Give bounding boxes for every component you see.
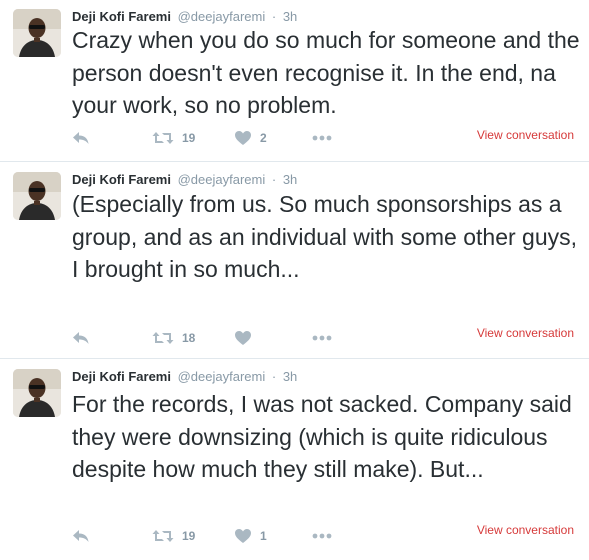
view-conversation-link[interactable]: View conversation: [477, 523, 574, 537]
more-button[interactable]: [312, 128, 332, 148]
more-icon: [312, 135, 332, 141]
avatar[interactable]: [13, 172, 61, 220]
like-button[interactable]: 1: [234, 526, 267, 546]
reply-button[interactable]: [72, 128, 90, 148]
reply-button[interactable]: [72, 526, 90, 546]
tweet-feed: Deji Kofi Faremi @deejayfaremi · 3h Craz…: [0, 0, 589, 560]
separator: ·: [271, 369, 277, 384]
heart-icon: [234, 528, 252, 544]
like-button[interactable]: 2: [234, 128, 267, 148]
more-button[interactable]: [312, 328, 332, 348]
tweet-text: (Especially from us. So much sponsorship…: [72, 191, 578, 282]
like-button[interactable]: [234, 328, 260, 348]
view-conversation-link[interactable]: View conversation: [477, 128, 574, 142]
tweet[interactable]: Deji Kofi Faremi @deejayfaremi · 3h (Esp…: [0, 162, 589, 359]
reply-button[interactable]: [72, 328, 90, 348]
timestamp[interactable]: 3h: [283, 369, 297, 384]
timestamp[interactable]: 3h: [283, 9, 297, 24]
avatar[interactable]: [13, 369, 61, 417]
author-name[interactable]: Deji Kofi Faremi: [72, 172, 171, 187]
author-name[interactable]: Deji Kofi Faremi: [72, 369, 171, 384]
timestamp[interactable]: 3h: [283, 172, 297, 187]
retweet-button[interactable]: 19: [152, 526, 195, 546]
separator: ·: [271, 172, 277, 187]
view-conversation-link[interactable]: View conversation: [477, 326, 574, 340]
retweet-count: 19: [182, 529, 196, 543]
tweet-text: Crazy when you do so much for someone an…: [72, 27, 580, 118]
reply-icon: [72, 330, 90, 346]
author-name[interactable]: Deji Kofi Faremi: [72, 9, 171, 24]
like-count: 1: [260, 529, 267, 543]
tweet-header: Deji Kofi Faremi @deejayfaremi · 3h: [72, 8, 297, 25]
author-handle[interactable]: @deejayfaremi: [178, 369, 266, 384]
like-count: 2: [260, 131, 267, 145]
more-icon: [312, 533, 332, 539]
more-icon: [312, 335, 332, 341]
retweet-button[interactable]: 18: [152, 328, 195, 348]
reply-icon: [72, 528, 90, 544]
retweet-count: 18: [182, 331, 196, 345]
more-button[interactable]: [312, 526, 332, 546]
heart-icon: [234, 130, 252, 146]
tweet-header: Deji Kofi Faremi @deejayfaremi · 3h: [72, 368, 297, 385]
separator: ·: [271, 9, 277, 24]
retweet-icon: [152, 130, 174, 146]
retweet-button[interactable]: 19: [152, 128, 195, 148]
tweet-text: For the records, I was not sacked. Compa…: [72, 391, 572, 482]
author-handle[interactable]: @deejayfaremi: [178, 9, 266, 24]
author-handle[interactable]: @deejayfaremi: [178, 172, 266, 187]
tweet[interactable]: Deji Kofi Faremi @deejayfaremi · 3h For …: [0, 359, 589, 560]
retweet-icon: [152, 528, 174, 544]
retweet-count: 19: [182, 131, 196, 145]
heart-icon: [234, 330, 252, 346]
tweet[interactable]: Deji Kofi Faremi @deejayfaremi · 3h Craz…: [0, 0, 589, 162]
reply-icon: [72, 130, 90, 146]
retweet-icon: [152, 330, 174, 346]
tweet-header: Deji Kofi Faremi @deejayfaremi · 3h: [72, 171, 297, 188]
avatar[interactable]: [13, 9, 61, 57]
